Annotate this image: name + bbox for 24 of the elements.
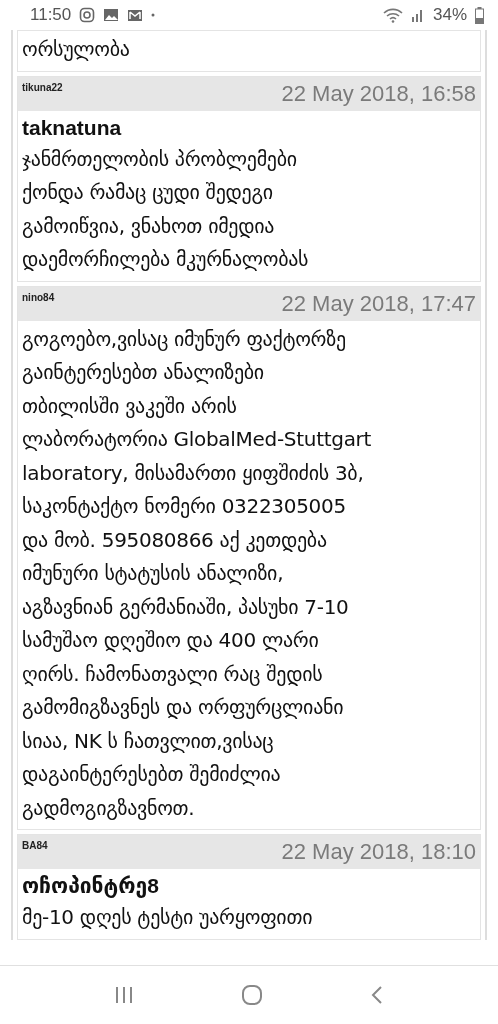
- post-title: taknatuna: [22, 114, 123, 141]
- mail-icon: [127, 7, 144, 23]
- post-title: ოჩოპინტრე8: [22, 873, 160, 900]
- username[interactable]: nino84: [22, 291, 55, 321]
- post-date: 22 May 2018, 18:10: [281, 839, 476, 865]
- clock: 11:50: [30, 5, 72, 25]
- post-text: გოგოებო,ვისაც იმუნურ ფაქტორზე გაინტერესებთ ანალიზები თბილისში ვაკეში არის ლაბორატორია GlobalMed-Stuttgart laboratory, მისამართი ყიფშიძის 3ბ, საკონტაქტო ნომერი 0322305005 და მობ. 595080866 აქ კეთდება იმუნური სტატუსის ანალიზი, აგზავნიან გერმანიაში, პასუხი 7-10 სამუშაო დღეშიო და 400 ლარი ღირს. ჩამონათვალი რაც შედის გამომიგზავნეს და ორფურცლიანი სიაა, NK ს ჩათვლით,ვისაც დაგაინტერესებთ შემიძლია გადმოგიგზავნოთ.: [22, 325, 373, 822]
- camera-icon: [79, 7, 96, 23]
- post-text: ჯანმრთელობის პრობლემები ქონდა რამაც ცუდი შედეგი გამოიწვია, ვნახოთ იმედია დაემორჩილება მკურნალობას: [22, 145, 310, 273]
- post-text: მე-10 დღეს ტესტი უარყოფითი: [22, 904, 314, 931]
- post-date: 22 May 2018, 16:58: [281, 80, 476, 107]
- wifi-icon: [382, 7, 403, 23]
- post-text: ორსულობა: [22, 36, 131, 63]
- username[interactable]: BA84: [22, 840, 48, 869]
- username[interactable]: tikuna22: [22, 81, 63, 111]
- recent-apps-icon: [113, 986, 134, 1004]
- signal-icon: [410, 8, 425, 22]
- dot-icon: [151, 13, 156, 17]
- post-date: 22 May 2018, 17:47: [281, 290, 476, 317]
- battery-icon: [475, 6, 484, 24]
- battery-percent: 34%: [432, 5, 467, 25]
- home-icon: [241, 984, 263, 1006]
- image-icon: [103, 7, 120, 23]
- back-icon: [370, 985, 385, 1005]
